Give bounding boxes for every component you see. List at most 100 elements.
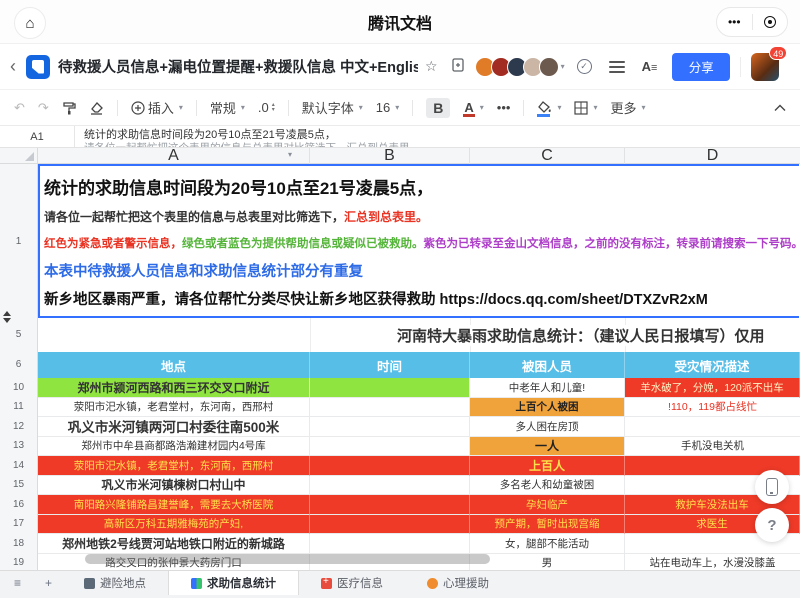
help-button[interactable]: ? xyxy=(755,508,789,542)
more-format-dots-button[interactable]: ••• xyxy=(497,100,511,115)
hidden-rows-expand-up-icon[interactable] xyxy=(3,311,11,316)
cell[interactable]: 预产期，暂时出现宫缩 xyxy=(470,515,625,535)
cell[interactable]: 孕妇临产 xyxy=(470,495,625,515)
cell[interactable] xyxy=(310,495,470,515)
font-size-button[interactable]: 16▾ xyxy=(376,100,399,115)
app-title: 腾讯文档 xyxy=(0,0,800,44)
doc-title[interactable]: 待救援人员信息+漏电位置提醒+救援队信息 中文+English xyxy=(58,56,418,77)
number-format-button[interactable]: 常规▾ xyxy=(210,98,245,117)
format-painter-button[interactable] xyxy=(62,101,76,115)
cell[interactable] xyxy=(310,476,470,496)
cell[interactable]: 羊水破了，分娩，120派不出车 xyxy=(625,378,800,398)
column-dropdown-icon[interactable]: ▾ xyxy=(288,150,292,159)
miniprogram-capsule[interactable]: ••• xyxy=(716,7,788,37)
cell[interactable] xyxy=(310,515,470,535)
row-number[interactable]: 10 xyxy=(0,382,37,393)
row-number[interactable]: 12 xyxy=(0,421,37,432)
user-avatar[interactable]: 49 xyxy=(751,53,779,81)
cell[interactable] xyxy=(310,456,470,476)
menu-icon[interactable] xyxy=(609,58,625,76)
cell[interactable] xyxy=(310,417,470,437)
sheet-title-row[interactable]: 河南特大暴雨求助信息统计：（建议人民日报填写）仅用 xyxy=(38,318,800,352)
row-number[interactable]: 1 xyxy=(0,236,37,247)
cell[interactable]: 多人困在房顶 xyxy=(470,417,625,437)
cell[interactable]: 南阳路兴隆铺路昌建誉峰，需要去大桥医院 xyxy=(38,495,310,515)
cell[interactable] xyxy=(310,378,470,398)
cell-reference[interactable]: A1 xyxy=(0,126,75,147)
horizontal-scrollbar-thumb[interactable] xyxy=(85,554,490,564)
insert-button[interactable]: 插入▾ xyxy=(131,98,183,117)
formula-content[interactable]: 统计的求助信息时间段为20号10点至21号凌晨5点， 请各位一起帮忙把这个表里的… xyxy=(75,126,800,147)
cell[interactable]: 多名老人和幼童被困 xyxy=(470,476,625,496)
font-family-button[interactable]: 默认字体▾ xyxy=(302,98,363,117)
cell[interactable]: 高新区万科五期雅梅苑的产妇, xyxy=(38,515,310,535)
cell[interactable] xyxy=(310,534,470,554)
row-number[interactable]: 13 xyxy=(0,440,37,451)
column-header-b[interactable]: B xyxy=(310,148,470,164)
cell[interactable]: 郑州市中牟县商都路浩瀚建材园内4号库 xyxy=(38,437,310,457)
more-tools-button[interactable]: 更多▾ xyxy=(610,98,645,117)
redo-button[interactable]: ↷ xyxy=(38,100,49,116)
open-on-phone-button[interactable] xyxy=(755,470,789,504)
sheet-tab[interactable]: 医疗信息 xyxy=(299,571,405,595)
cell[interactable]: 上百个人被困 xyxy=(470,398,625,418)
column-header-c[interactable]: C xyxy=(470,148,625,164)
hidden-rows-expand-down-icon[interactable] xyxy=(3,318,11,323)
close-circle-icon[interactable] xyxy=(753,16,788,28)
column-header-d[interactable]: D xyxy=(625,148,800,164)
cell[interactable]: 荥阳市汜水镇，老君堂村，东河南，西邢村 xyxy=(38,398,310,418)
cell[interactable]: 一人 xyxy=(470,437,625,457)
cell[interactable]: 上百人 xyxy=(470,456,625,476)
row-number[interactable]: 6 xyxy=(0,359,37,370)
decimal-button[interactable]: .0 ▴▾ xyxy=(258,100,275,115)
text-format-icon[interactable]: A≡ xyxy=(642,59,657,74)
row-number[interactable]: 17 xyxy=(0,518,37,529)
header-location[interactable]: 地点 xyxy=(38,352,310,378)
undo-button[interactable]: ↶ xyxy=(14,100,25,116)
add-sheet-icon[interactable]: + xyxy=(45,576,52,590)
row-number[interactable]: 14 xyxy=(0,460,37,471)
row-number[interactable]: 5 xyxy=(0,329,37,340)
cell[interactable] xyxy=(310,398,470,418)
bold-button[interactable]: B xyxy=(426,98,450,118)
sheet-tab-active[interactable]: 求助信息统计 xyxy=(168,571,299,595)
cell[interactable]: !110，119都占线忙 xyxy=(625,398,800,418)
cell[interactable]: 女，腿部不能活动 xyxy=(470,534,625,554)
cell[interactable]: 巩义市米河镇楝树口村山中 xyxy=(38,476,310,496)
cell[interactable]: 手机没电关机 xyxy=(625,437,800,457)
row-number[interactable]: 15 xyxy=(0,479,37,490)
sheet-tab[interactable]: 心理援助 xyxy=(405,571,511,595)
column-header-a[interactable]: A xyxy=(38,148,310,164)
fill-color-button[interactable]: ▾ xyxy=(537,101,561,114)
row-number[interactable]: 19 xyxy=(0,557,37,568)
cell[interactable]: 荥阳市汜水镇，老君堂村，东河南，西邢村 xyxy=(38,456,310,476)
star-button[interactable]: ☆ xyxy=(425,58,438,75)
select-all-corner[interactable] xyxy=(0,148,38,164)
borders-button[interactable]: ▾ xyxy=(574,101,597,115)
header-trapped[interactable]: 被困人员 xyxy=(470,352,625,378)
cell[interactable]: 郑州地铁2号线贾河站地铁口附近的新城路 xyxy=(38,534,310,554)
clear-format-eraser-button[interactable] xyxy=(89,101,104,115)
font-color-button[interactable]: A▾ xyxy=(463,100,483,115)
row-number[interactable]: 18 xyxy=(0,538,37,549)
header-situation[interactable]: 受灾情况描述 xyxy=(625,352,800,378)
cell[interactable] xyxy=(625,417,800,437)
back-button[interactable]: ‹ xyxy=(0,56,26,77)
sheet-tab[interactable]: 避险地点 xyxy=(62,571,168,595)
collapse-toolbar-button[interactable] xyxy=(774,104,786,112)
cell[interactable]: 郑州市颍河西路和西三环交叉口附近 xyxy=(38,378,310,398)
sheet-list-icon[interactable]: ≡ xyxy=(14,576,21,590)
cell[interactable]: 中老年人和儿童! xyxy=(470,378,625,398)
header-time[interactable]: 时间 xyxy=(310,352,470,378)
row-number[interactable]: 11 xyxy=(0,401,37,412)
avatar xyxy=(539,57,559,77)
cell[interactable]: 巩义市米河镇两河口村委往南500米 xyxy=(38,417,310,437)
home-button[interactable]: ⌂ xyxy=(14,7,46,39)
new-doc-icon[interactable] xyxy=(452,58,464,75)
more-options-icon[interactable]: ••• xyxy=(717,15,752,29)
collaborator-avatars[interactable]: ▾ xyxy=(475,57,565,77)
cell[interactable] xyxy=(310,437,470,457)
share-button[interactable]: 分享 xyxy=(672,53,730,81)
row-number[interactable]: 16 xyxy=(0,499,37,510)
cell-a1-note-block[interactable]: 统计的求助信息时间段为20号10点至21号凌晨5点， 请各位一起帮忙把这个表里的… xyxy=(38,164,800,318)
